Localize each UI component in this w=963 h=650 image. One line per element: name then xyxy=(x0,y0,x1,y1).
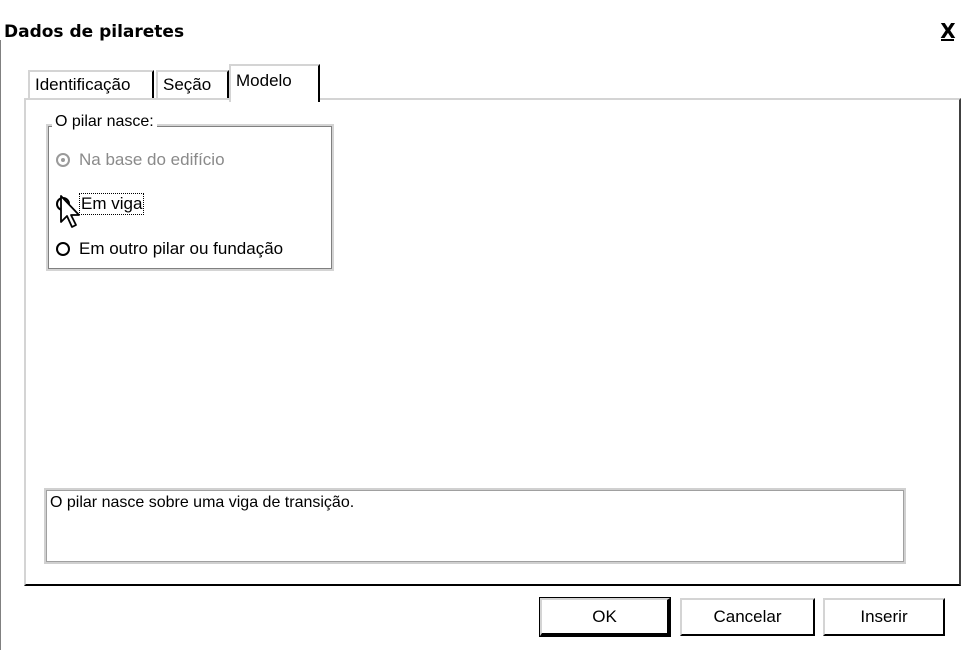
title-bar: Dados de pilaretes X xyxy=(0,0,963,42)
tab-modelo[interactable]: Modelo xyxy=(229,64,320,102)
tab-secao[interactable]: Seção xyxy=(156,70,229,98)
close-button[interactable]: X xyxy=(937,20,959,42)
radio-outro-pilar[interactable]: Em outro pilar ou fundação xyxy=(56,237,283,261)
radio-label: Em outro pilar ou fundação xyxy=(79,239,284,258)
cancel-label: Cancelar xyxy=(713,607,782,626)
origin-group-legend: O pilar nasce: xyxy=(52,113,157,131)
radio-label: Na base do edifício xyxy=(79,150,225,169)
tab-label: Seção xyxy=(163,75,212,94)
dialog-border xyxy=(0,40,3,650)
radio-label: Em viga xyxy=(79,193,145,215)
tab-label: Identificação xyxy=(35,75,131,94)
cancel-button[interactable]: Cancelar xyxy=(680,598,815,636)
mouse-pointer-icon xyxy=(60,195,80,228)
tab-identificacao[interactable]: Identificação xyxy=(28,70,154,98)
description-box: O pilar nasce sobre uma viga de transiçã… xyxy=(44,488,906,564)
description-text: O pilar nasce sobre uma viga de transiçã… xyxy=(50,494,355,511)
ok-button[interactable]: OK xyxy=(539,597,671,637)
insert-label: Inserir xyxy=(860,607,908,626)
radio-button[interactable] xyxy=(56,153,70,167)
radio-button[interactable] xyxy=(56,242,70,256)
tab-label: Modelo xyxy=(236,71,292,90)
ok-label: OK xyxy=(592,606,617,626)
radio-base-edificio[interactable]: Na base do edifício xyxy=(56,148,225,172)
dialog-title: Dados de pilaretes xyxy=(4,22,185,42)
dialog-window: Dados de pilaretes X Identificação Seção… xyxy=(0,0,963,650)
insert-button[interactable]: Inserir xyxy=(823,598,945,636)
